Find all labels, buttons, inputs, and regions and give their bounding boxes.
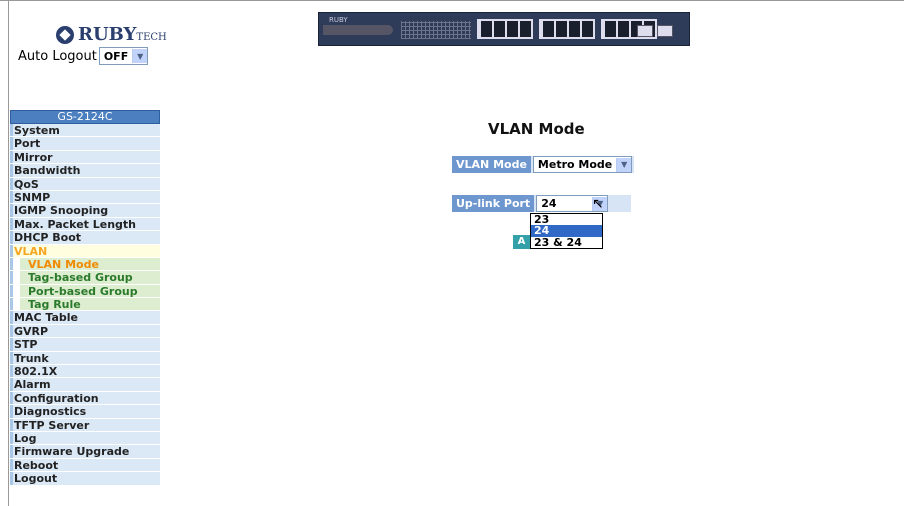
sidebar-item-firmware-upgrade[interactable]: Firmware Upgrade [10,445,160,459]
sidebar-item-gvrp[interactable]: GVRP [10,324,160,339]
chevron-down-icon[interactable]: ▼ [132,49,148,63]
sidebar-item-snmp[interactable]: SNMP [10,190,160,205]
sidebar-item-mirror[interactable]: Mirror [10,150,160,165]
auto-logout-value: OFF [103,49,129,63]
sidebar-item-tftp-server[interactable]: TFTP Server [10,418,160,432]
rubytech-logo: RUBYTECH [56,24,167,45]
sidebar-item-port[interactable]: Port [10,137,160,151]
chevron-down-icon[interactable]: ▼ [616,157,632,172]
sfp-port-icon [637,25,653,37]
sidebar-item-configuration[interactable]: Configuration [10,391,160,406]
banner-swoosh [323,25,393,35]
uplink-port-row: Up-link Port 24 ▼ [452,195,632,212]
uplink-port-label: Up-link Port [452,195,535,212]
sidebar-item-logout[interactable]: Logout [10,472,160,486]
banner-brand: RUBY [329,16,348,24]
vlan-mode-select[interactable]: Metro Mode ▼ [532,156,633,173]
mouse-pointer-icon: ↖ [592,196,604,212]
auto-logout: Auto Logout OFF ▼ [18,47,149,65]
sfp-port-icon [657,25,673,37]
port-block-icon [539,19,595,39]
banner-led-grid [401,21,471,39]
sidebar-item-vlan[interactable]: VLAN [10,244,160,258]
switch-banner-image: RUBY [318,12,690,46]
apply-button[interactable]: A [513,235,530,249]
banner-port-blocks [477,19,657,39]
sidebar-item-alarm[interactable]: Alarm [10,378,160,392]
sidebar-subitem-vlan-mode[interactable]: VLAN Mode [10,257,160,272]
sidebar-item-stp[interactable]: STP [10,338,160,352]
sidebar-item-qos[interactable]: QoS [10,177,160,191]
frame-left-border [8,0,9,506]
sidebar-item-system[interactable]: System [10,124,160,138]
sidebar-item-bandwidth[interactable]: Bandwidth [10,164,160,178]
sidebar-item-max-packet-length[interactable]: Max. Packet Length [10,217,160,232]
banner-sfp-ports [637,25,673,37]
sidebar-item-8021x[interactable]: 802.1X [10,365,160,379]
sidebar-subitem-port-based-group[interactable]: Port-based Group [10,284,160,299]
sidebar-item-reboot[interactable]: Reboot [10,458,160,473]
vlan-mode-value: Metro Mode [537,158,613,171]
sidebar-item-diagnostics[interactable]: Diagnostics [10,405,160,419]
sidebar-item-mac-table[interactable]: MAC Table [10,311,160,325]
auto-logout-label: Auto Logout [18,48,97,64]
sidebar-subitem-tag-based-group[interactable]: Tag-based Group [10,271,160,285]
uplink-option-23-and-24[interactable]: 23 & 24 [531,236,602,248]
uplink-option-24[interactable]: 24 [531,225,602,237]
vlan-mode-label: VLAN Mode [452,156,531,173]
logo-brand-suffix: TECH [136,32,167,43]
frame-top-border [0,0,904,1]
sidebar-menu: GS-2124C System Port Mirror Bandwidth Qo… [10,110,160,486]
sidebar-item-log[interactable]: Log [10,431,160,446]
page-title: VLAN Mode [488,120,585,138]
sidebar-item-dhcp-boot[interactable]: DHCP Boot [10,231,160,245]
uplink-port-dropdown-list: 23 24 23 & 24 [530,213,603,249]
uplink-port-value: 24 [541,197,557,210]
vlan-mode-row: VLAN Mode Metro Mode ▼ [452,156,635,173]
sidebar-item-trunk[interactable]: Trunk [10,351,160,366]
menu-title: GS-2124C [10,110,160,124]
port-block-icon [477,19,533,39]
logo-brand: RUBY [78,24,137,45]
auto-logout-select[interactable]: OFF ▼ [98,47,149,65]
logo-diamond-icon [56,25,74,44]
sidebar-item-igmp-snooping[interactable]: IGMP Snooping [10,204,160,218]
sidebar-subitem-tag-rule[interactable]: Tag Rule [10,298,160,312]
